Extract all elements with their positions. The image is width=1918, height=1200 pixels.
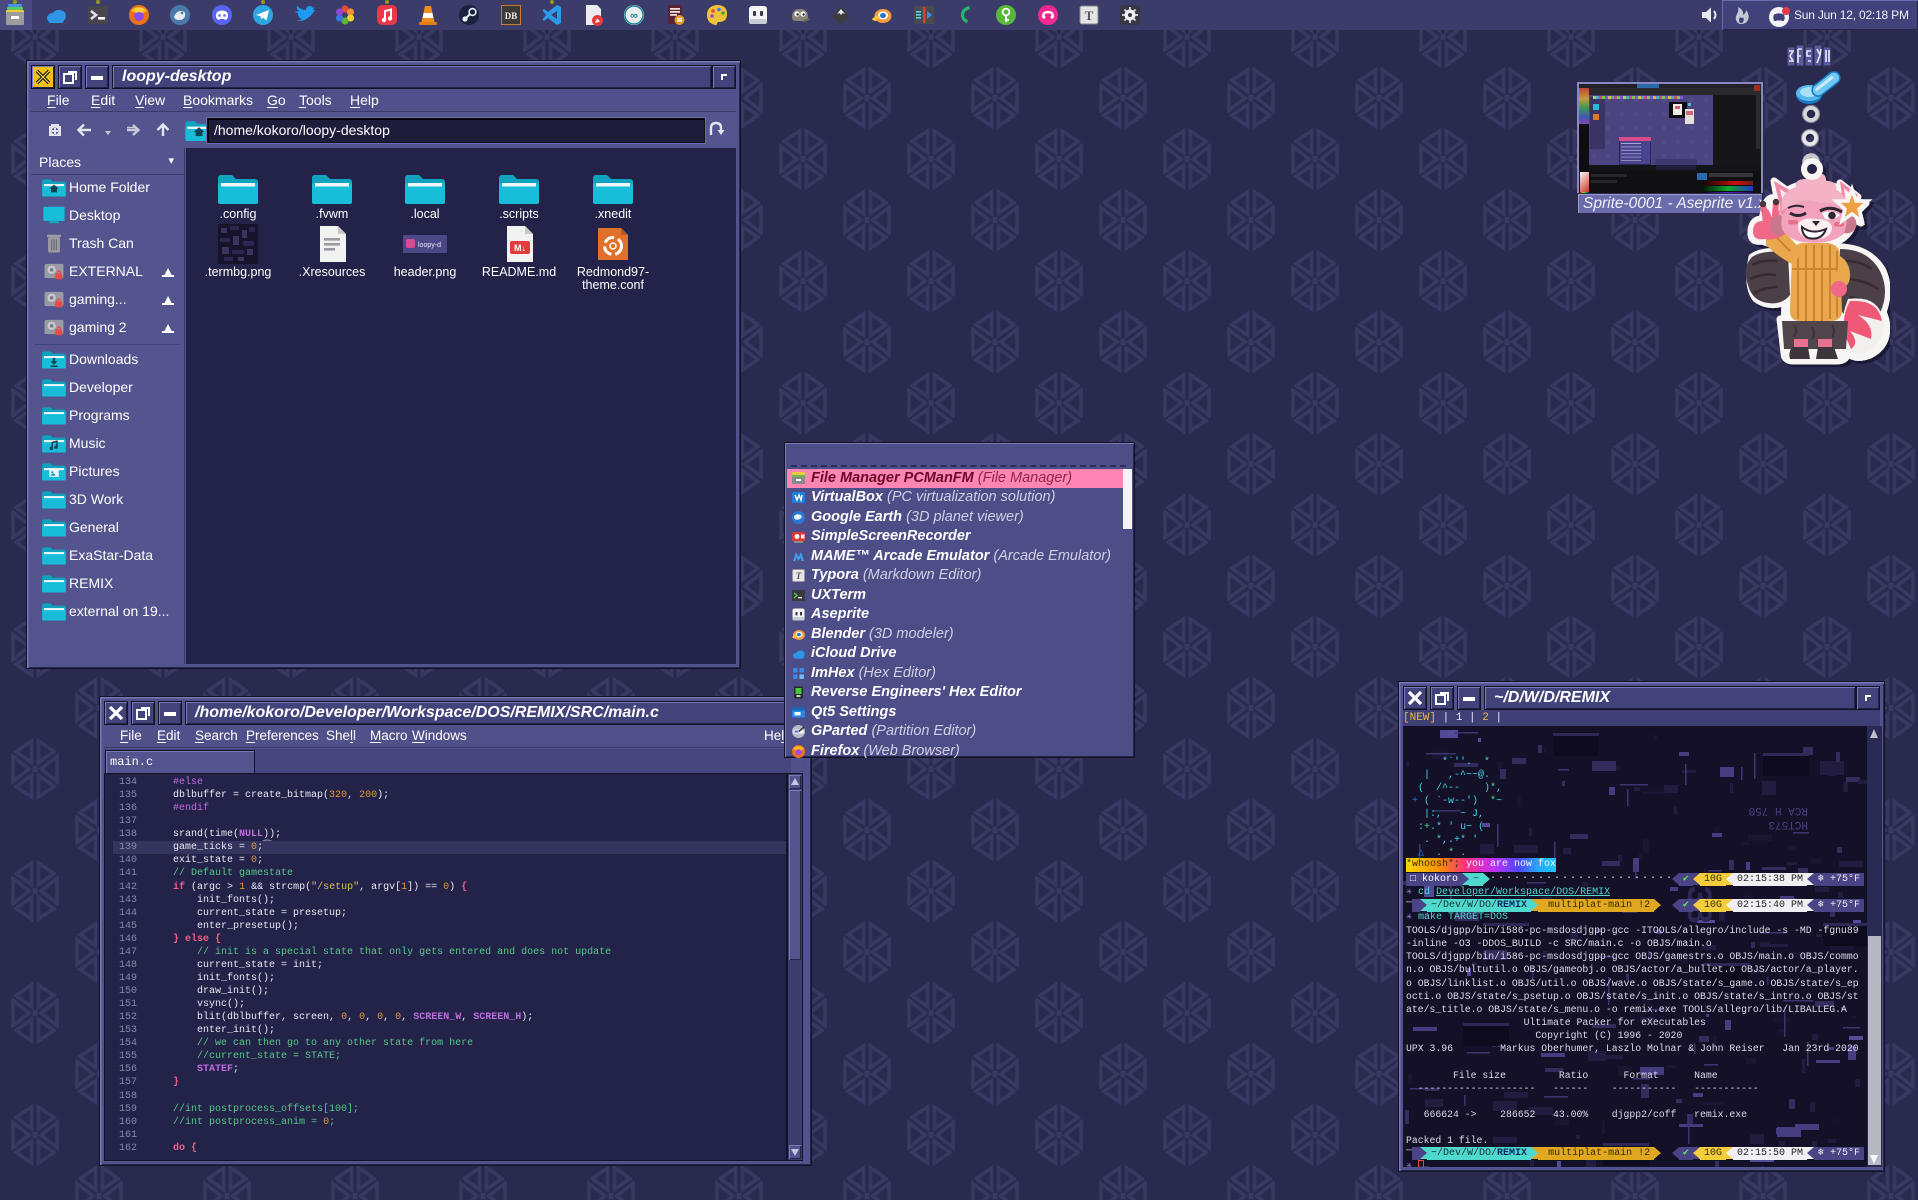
svg-text:T: T — [1085, 8, 1094, 23]
svg-text:M↓: M↓ — [514, 243, 526, 253]
svg-text:HCT573: HCT573 — [1768, 818, 1808, 830]
svg-text:loopy-d: loopy-d — [418, 242, 441, 249]
svg-text:∞: ∞ — [630, 10, 638, 22]
svg-text:DB: DB — [505, 11, 518, 21]
svg-text:RCA H 750: RCA H 750 — [1749, 804, 1808, 816]
svg-text:T: T — [796, 571, 802, 581]
